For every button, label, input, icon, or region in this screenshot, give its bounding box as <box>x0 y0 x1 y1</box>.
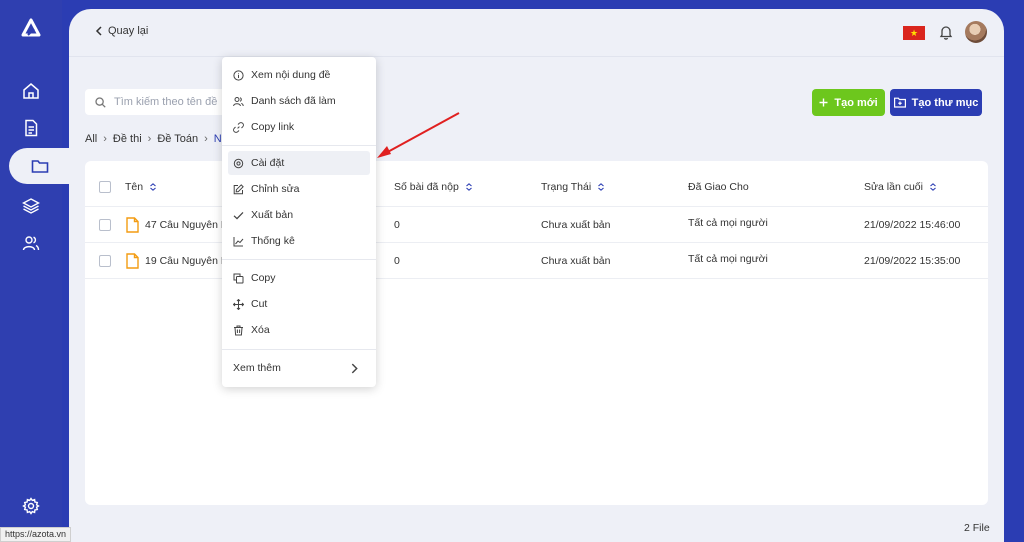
file-name[interactable]: 47 Câu Nguyên H <box>145 219 228 231</box>
context-menu: Xem nội dung đề Danh sách đã làm Copy li… <box>222 57 376 387</box>
folder-icon <box>31 160 49 173</box>
azota-logo-icon[interactable] <box>21 18 41 38</box>
sidebar-item-settings[interactable] <box>0 488 62 524</box>
menu-item-publish[interactable]: Xuất bản <box>228 203 370 227</box>
table-row[interactable]: 47 Câu Nguyên H 0 Chưa xuất bản Tất cả m… <box>85 207 988 243</box>
vietnam-flag-icon[interactable]: ★ <box>903 26 925 40</box>
gear-icon <box>22 497 40 515</box>
menu-divider <box>222 349 376 350</box>
breadcrumb-item[interactable]: Đề thi <box>113 133 142 145</box>
file-count: 2 File <box>964 522 990 534</box>
column-submitted[interactable]: Số bài đã nộp <box>394 167 473 206</box>
move-icon <box>233 298 244 310</box>
breadcrumb-separator: › <box>204 133 208 145</box>
top-bar: Quay lại ★ <box>69 9 1004 57</box>
chart-icon <box>233 236 244 246</box>
menu-divider <box>222 145 376 146</box>
column-status[interactable]: Trạng Thái <box>541 167 605 206</box>
table-header: Tên Số bài đã nộp Trạng Thái Đã Giao Cho… <box>85 167 988 207</box>
assigned-to: Tất cả mọi người <box>688 217 768 229</box>
breadcrumb-item[interactable]: All <box>85 133 97 145</box>
column-modified[interactable]: Sửa lần cuối <box>864 167 937 206</box>
sidebar-item-layers[interactable] <box>0 188 62 224</box>
menu-item-cut[interactable]: Cut <box>228 292 370 316</box>
sidebar <box>0 0 71 542</box>
sort-icon <box>598 182 605 191</box>
search-icon <box>95 96 106 108</box>
document-icon <box>25 119 38 137</box>
menu-divider <box>222 259 376 260</box>
users-icon <box>233 96 244 106</box>
gear-icon <box>233 158 244 168</box>
menu-item-settings[interactable]: Cài đặt <box>228 151 370 175</box>
layers-icon <box>22 198 40 214</box>
back-label: Quay lại <box>108 25 149 37</box>
user-avatar[interactable] <box>965 21 987 43</box>
menu-item-statistics[interactable]: Thống kê <box>228 229 370 253</box>
menu-item-copy[interactable]: Copy <box>228 266 370 290</box>
copy-icon <box>233 273 244 283</box>
sidebar-item-documents[interactable] <box>0 110 62 146</box>
check-icon <box>233 211 244 219</box>
trash-icon <box>234 325 243 335</box>
home-icon <box>23 83 39 99</box>
column-name[interactable]: Tên <box>125 167 157 206</box>
breadcrumb: All › Đề thi › Đề Toán › Ngu <box>85 133 234 145</box>
folder-plus-icon <box>893 97 906 108</box>
sidebar-item-home[interactable] <box>0 73 62 109</box>
chevron-left-icon <box>95 26 102 36</box>
file-table: Tên Số bài đã nộp Trạng Thái Đã Giao Cho… <box>85 161 988 505</box>
status-text: Chưa xuất bản <box>541 218 611 231</box>
sort-icon <box>150 182 156 191</box>
create-new-label: Tạo mới <box>834 96 878 109</box>
edit-icon <box>233 183 244 194</box>
column-assigned: Đã Giao Cho <box>688 180 749 193</box>
users-icon <box>22 236 40 251</box>
bell-icon[interactable] <box>938 24 954 40</box>
info-icon <box>233 69 244 81</box>
menu-item-view-content[interactable]: Xem nội dung đề <box>228 63 370 87</box>
file-icon <box>126 252 139 269</box>
breadcrumb-item[interactable]: Đề Toán <box>157 133 198 145</box>
create-folder-button[interactable]: Tạo thư mục <box>890 89 982 116</box>
sort-icon <box>930 182 936 191</box>
menu-item-more[interactable]: Xem thêm <box>228 356 370 380</box>
main-content: Quay lại ★ Tạo mới Tạo thư mục All › Đề … <box>69 9 1004 542</box>
row-checkbox[interactable] <box>99 218 111 231</box>
plus-icon <box>819 98 828 107</box>
chevron-right-icon <box>351 363 358 374</box>
sidebar-item-folders[interactable] <box>9 148 71 184</box>
modified-date: 21/09/2022 15:35:00 <box>864 254 961 267</box>
menu-item-copy-link[interactable]: Copy link <box>228 115 370 139</box>
table-row[interactable]: 19 Câu Nguyên H 0 Chưa xuất bản Tất cả m… <box>85 243 988 279</box>
menu-item-edit[interactable]: Chỉnh sửa <box>228 177 370 201</box>
submitted-count: 0 <box>394 218 400 231</box>
annotation-arrow-icon <box>377 112 460 158</box>
browser-status-url: https://azota.vn <box>0 527 72 542</box>
select-all-checkbox[interactable] <box>99 180 111 193</box>
menu-item-submission-list[interactable]: Danh sách đã làm <box>228 89 370 113</box>
menu-item-delete[interactable]: Xóa <box>228 318 370 342</box>
row-checkbox[interactable] <box>99 254 111 267</box>
sort-icon <box>465 182 472 191</box>
create-folder-label: Tạo thư mục <box>911 96 979 109</box>
status-text: Chưa xuất bản <box>541 254 611 267</box>
create-new-button[interactable]: Tạo mới <box>812 89 885 116</box>
link-icon <box>233 121 244 133</box>
assigned-to: Tất cả mọi người <box>688 253 768 265</box>
modified-date: 21/09/2022 15:46:00 <box>864 218 961 231</box>
breadcrumb-separator: › <box>103 133 107 145</box>
submitted-count: 0 <box>394 254 400 267</box>
file-icon <box>126 216 139 233</box>
back-button[interactable]: Quay lại <box>95 25 148 37</box>
sidebar-item-users[interactable] <box>0 225 62 261</box>
breadcrumb-separator: › <box>147 133 152 145</box>
file-name[interactable]: 19 Câu Nguyên H <box>145 255 228 267</box>
